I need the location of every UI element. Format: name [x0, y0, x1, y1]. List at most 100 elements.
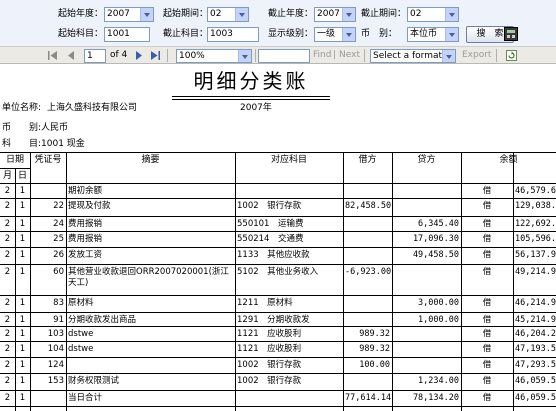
ledger-cell-cr: 17,096.30	[412, 234, 459, 244]
header-month: 月	[2, 171, 12, 181]
export-link[interactable]: Export	[462, 49, 491, 62]
chevron-down-icon	[238, 50, 251, 62]
ledger-cell-v: 26	[53, 250, 64, 260]
ledger-cell-s: 期初余额	[68, 186, 103, 196]
header-day: 日	[17, 171, 27, 181]
ledger-cell-dr: 82,458.50	[345, 201, 392, 211]
ledger-cell-v: 60	[53, 267, 64, 277]
start-account-input[interactable]: 1001	[104, 27, 150, 42]
zoom-select[interactable]: 100%	[176, 49, 252, 63]
ledger-cell-s: 财务权限测试	[68, 376, 120, 386]
header-date: 日期	[5, 155, 24, 165]
ledger-cell-bal: 105,596.43	[515, 234, 556, 244]
ledger-cell-dr: 77,614.14	[345, 393, 392, 403]
ledger-cell-dir: 借	[482, 393, 492, 403]
ledger-cell-dir: 借	[482, 329, 492, 339]
grid-line	[513, 152, 514, 411]
grid-line	[392, 152, 393, 411]
ledger-cell-v: 104	[47, 344, 64, 354]
grid-line	[15, 168, 16, 411]
ledger-cell-s: 费用报销	[68, 219, 103, 229]
ledger-cell-bal: 47,193.57	[515, 344, 556, 354]
toolbar-divider	[364, 49, 365, 62]
ledger-cell-v: 124	[47, 360, 64, 370]
ledger-cell-v: 25	[53, 234, 64, 244]
ledger-cell-d: 1	[19, 360, 26, 370]
ledger-cell-d: 1	[19, 329, 26, 339]
calculator-icon[interactable]	[504, 27, 518, 41]
ledger-cell-c: 1291 分期收款发	[237, 315, 310, 325]
ledger-cell-c: 1211 原材料	[237, 298, 293, 308]
level-select[interactable]: 一级	[314, 27, 356, 42]
end-account-input[interactable]: 1003	[207, 27, 259, 42]
filter-bar: 起始年度： 2007 起始期间： 02 截止年度： 2007 截止期间： 02 …	[0, 0, 556, 46]
chevron-down-icon	[442, 50, 455, 62]
ledger-cell-s: dstwe	[68, 344, 94, 354]
toolbar-divider	[496, 49, 497, 62]
ledger-cell-m: 2	[4, 393, 11, 403]
ledger-cell-bal: 122,692.73	[515, 219, 556, 229]
header-balance: 余额	[499, 155, 518, 165]
currency-select[interactable]: 本位币	[407, 27, 459, 42]
report-toolbar: 1 of 4 100% Find | Next Select a format …	[0, 46, 556, 64]
ledger-cell-bal: 46,579.63	[515, 186, 556, 196]
ledger-cell-dir: 借	[482, 360, 492, 370]
ledger-cell-c: 1121 应收股利	[237, 329, 302, 339]
grid-line	[0, 247, 556, 248]
ledger-cell-bal: 46,204.25	[515, 329, 556, 339]
ledger-cell-d: 1	[19, 201, 26, 211]
grid-line	[0, 183, 556, 184]
grid-line	[30, 152, 31, 411]
previous-page-icon[interactable]	[66, 51, 76, 60]
ledger-cell-s: dstwe	[68, 329, 94, 339]
report-page: 明细分类账 单位名称: 上海久盛科技有限公司 2007年 币 别:人民币 科 目…	[0, 64, 556, 411]
start-account-label: 起始科目：	[58, 29, 104, 39]
grid-line	[0, 326, 556, 327]
ledger-cell-c: 5102 其他业务收入	[237, 267, 319, 277]
ledger-cell-v: 91	[53, 315, 64, 325]
page-number-input[interactable]: 1	[84, 49, 106, 63]
start-year-select[interactable]: 2007	[104, 7, 154, 22]
ledger-cell-dir: 借	[482, 234, 492, 244]
header-voucher: 凭证号	[34, 155, 62, 165]
ledger-cell-dir: 借	[482, 267, 492, 277]
ledger-cell-d: 1	[19, 219, 26, 229]
ledger-cell-bal: 129,038.13	[515, 201, 556, 211]
chevron-down-icon	[342, 28, 355, 41]
ledger-cell-dir: 借	[482, 376, 492, 386]
ledger-table: 日期月日凭证号摘要对应科目借方贷方余额21期初余额借46,579.632122提…	[0, 64, 556, 411]
grid-line	[0, 295, 556, 296]
grid-line	[0, 406, 556, 407]
grid-line	[0, 312, 556, 313]
end-period-select[interactable]: 02	[407, 7, 459, 22]
ledger-cell-s: 当日合计	[68, 393, 103, 403]
ledger-cell-cr: 78,134.20	[412, 393, 459, 403]
ledger-cell-c: 550101 运输费	[237, 219, 304, 229]
header-credit: 贷方	[417, 155, 436, 165]
grid-line	[0, 198, 556, 199]
ledger-cell-d: 1	[19, 186, 26, 196]
last-page-icon[interactable]	[150, 51, 160, 60]
ledger-cell-c: 1133 其他应收款	[237, 250, 310, 260]
grid-line	[0, 357, 556, 358]
ledger-cell-m: 2	[4, 360, 11, 370]
find-next-link[interactable]: Next	[339, 49, 360, 62]
refresh-icon[interactable]	[506, 50, 517, 61]
ledger-cell-d: 1	[19, 393, 26, 403]
find-input[interactable]	[258, 49, 310, 63]
first-page-icon[interactable]	[48, 51, 58, 60]
next-page-icon[interactable]	[134, 51, 144, 60]
ledger-cell-c: 550214 交通费	[237, 234, 304, 244]
find-link[interactable]: Find	[313, 49, 331, 62]
grid-line	[0, 264, 556, 265]
currency-label: 币 别：	[361, 29, 398, 39]
start-period-select[interactable]: 02	[207, 7, 249, 22]
chevron-down-icon	[342, 8, 355, 21]
ledger-cell-s: 发放工资	[68, 250, 103, 260]
header-counter-account: 对应科目	[270, 155, 307, 165]
end-year-select[interactable]: 2007	[314, 7, 356, 22]
ledger-cell-s: 提现及付款	[68, 201, 111, 211]
ledger-cell-s: 其他营业收款退回ORR2007020001(浙江天工)	[68, 267, 229, 288]
ledger-cell-m: 2	[4, 344, 11, 354]
export-format-select[interactable]: Select a format	[370, 49, 456, 63]
